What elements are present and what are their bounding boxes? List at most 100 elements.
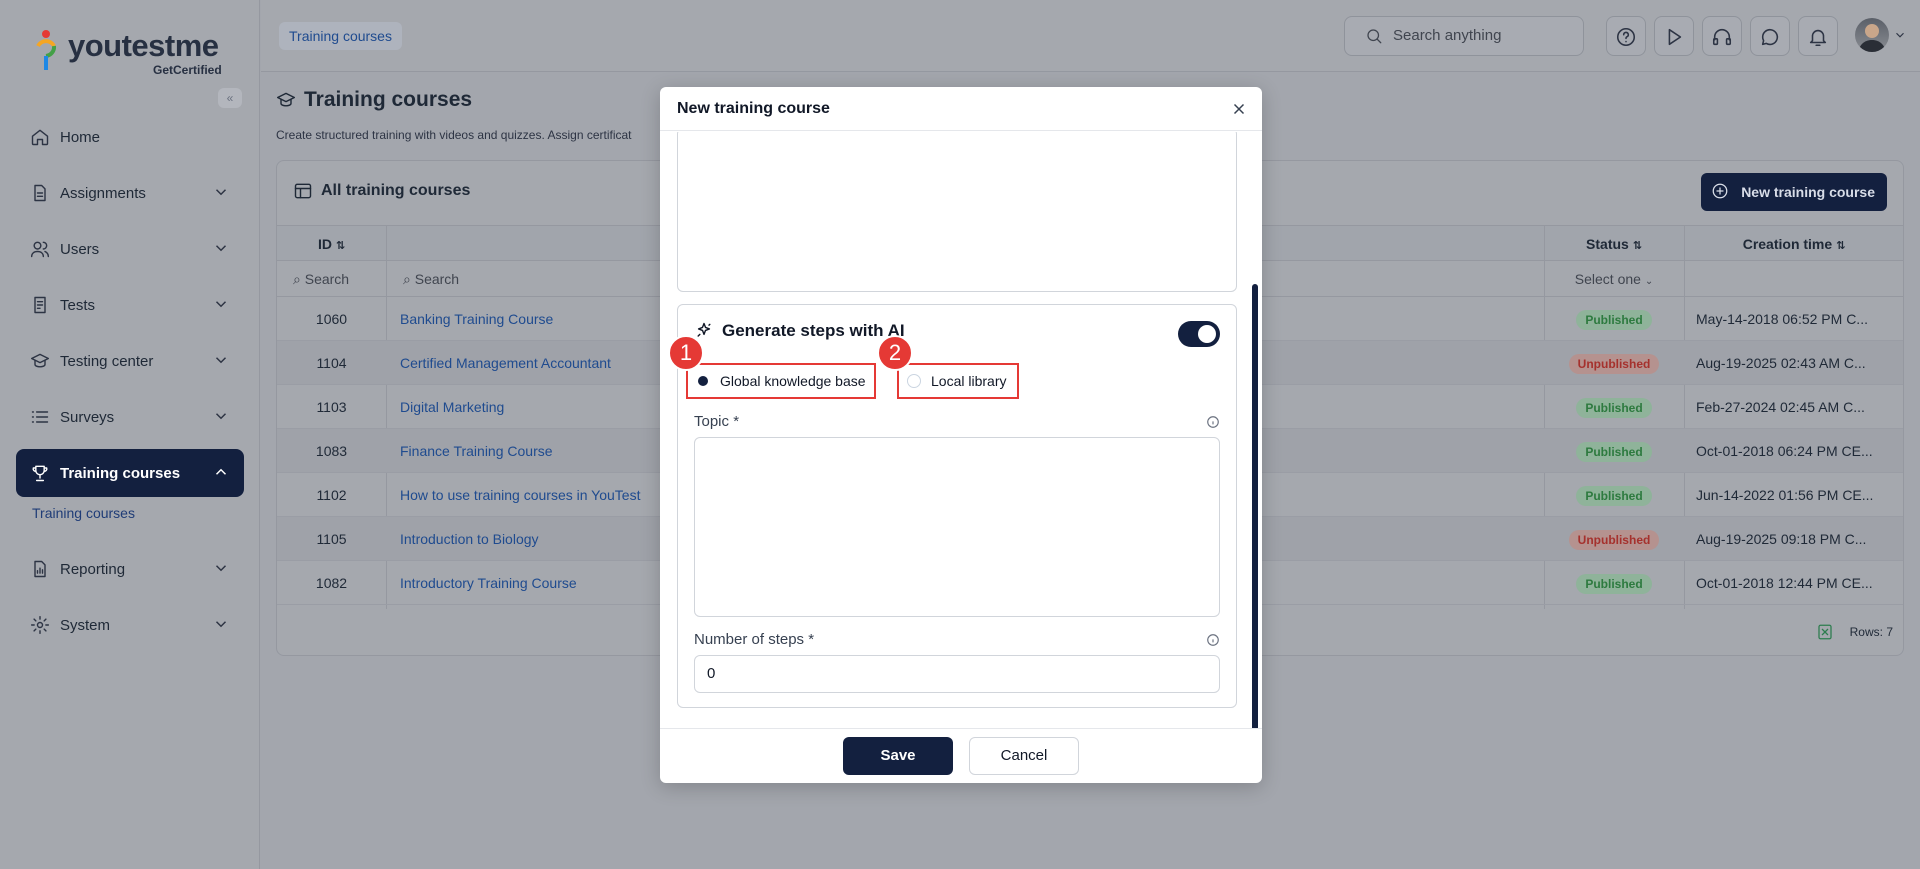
support-button[interactable] (1702, 16, 1742, 56)
id-filter-input[interactable]: ⌕ Search (293, 261, 383, 297)
play-icon (1668, 28, 1682, 46)
sidebar-item-testing-center[interactable]: Testing center (16, 337, 244, 385)
breadcrumb[interactable]: Training courses (279, 22, 402, 50)
cell-creation-time: Oct-01-2018 12:44 PM CE... (1696, 575, 1873, 591)
sidebar-item-label: Home (60, 128, 101, 146)
excel-export-icon[interactable] (1816, 623, 1834, 641)
steps-label: Number of steps * (694, 631, 814, 648)
sidebar-item-tests[interactable]: Tests (16, 281, 244, 329)
column-header-creation-time[interactable]: Creation time ⇅ (1684, 226, 1904, 262)
sidebar-item-label: System (60, 616, 111, 634)
sidebar-subitem-training-courses[interactable]: Training courses (16, 501, 244, 541)
column-header-status[interactable]: Status ⇅ (1544, 226, 1684, 262)
info-icon[interactable] (1206, 633, 1220, 647)
help-icon (1616, 27, 1636, 47)
status-filter-select[interactable]: Select one ⌄ (1544, 261, 1684, 297)
status-badge: Published (1576, 486, 1652, 506)
column-label: Creation time (1742, 236, 1833, 252)
column-header-id[interactable]: ID ⇅ (277, 226, 386, 262)
card-title-text: All training courses (321, 182, 471, 199)
radio-label: Global knowledge base (720, 373, 866, 389)
status-badge: Published (1576, 442, 1652, 462)
new-training-course-modal: New training course Generate steps with … (660, 87, 1262, 783)
document-icon (34, 184, 46, 202)
cell-id: 1083 (315, 443, 348, 459)
headphones-icon (1712, 28, 1732, 46)
sidebar-item-training-courses[interactable]: Training courses (16, 449, 244, 497)
sort-icon: ⇅ (1632, 240, 1642, 252)
filter-placeholder: Search (414, 271, 460, 287)
save-button[interactable]: Save (843, 737, 953, 775)
avatar[interactable] (1855, 18, 1889, 52)
sidebar-item-label: Training courses (60, 464, 181, 482)
sidebar: youtestme GetCertified « Home Assignment… (0, 0, 260, 869)
list-icon (31, 411, 49, 423)
page-title-text: Training courses (304, 88, 473, 111)
new-button-label: New training course (1741, 184, 1875, 200)
sidebar-item-label: Testing center (60, 352, 154, 370)
collapse-sidebar-button[interactable]: « (218, 88, 242, 108)
chat-button[interactable] (1750, 16, 1790, 56)
ai-title-text: Generate steps with AI (722, 321, 905, 340)
cell-id: 1060 (315, 311, 348, 327)
sidebar-item-system[interactable]: System (16, 601, 244, 649)
radio-global-knowledge-base[interactable]: Global knowledge base (686, 363, 876, 399)
modal-scrollbar[interactable] (1252, 284, 1258, 728)
close-icon[interactable] (1230, 100, 1248, 118)
sidebar-item-reporting[interactable]: Reporting (16, 545, 244, 593)
logo[interactable]: youtestme GetCertified (32, 24, 232, 77)
topic-textarea[interactable] (694, 437, 1220, 617)
search-icon: ⌕ (403, 271, 411, 287)
status-badge: Published (1576, 574, 1652, 594)
required-mark: * (808, 631, 815, 648)
report-icon (34, 560, 46, 578)
status-badge: Published (1576, 310, 1652, 330)
chevron-down-icon (215, 301, 227, 308)
ai-section-title: Generate steps with AI (694, 321, 905, 341)
new-training-course-button[interactable]: New training course (1701, 173, 1887, 211)
radio-label: Local library (931, 373, 1007, 389)
ai-toggle-switch[interactable] (1178, 321, 1220, 347)
info-icon[interactable] (1206, 415, 1220, 429)
cell-id: 1103 (316, 399, 347, 415)
name-filter-input[interactable]: ⌕ Search (403, 261, 603, 297)
modal-title: New training course (677, 100, 830, 117)
annotation-marker-2: 2 (877, 335, 913, 371)
chevron-down-icon (215, 357, 227, 364)
users-icon (30, 241, 50, 258)
sidebar-item-label: Tests (60, 296, 96, 314)
radio-selected-indicator (696, 374, 710, 388)
chevron-down-icon: ⌄ (1644, 276, 1654, 287)
sidebar-item-surveys[interactable]: Surveys (16, 393, 244, 441)
sidebar-item-assignments[interactable]: Assignments (16, 169, 244, 217)
test-icon (34, 296, 46, 314)
topic-label-text: Topic (694, 413, 730, 430)
filter-placeholder: Select one (1574, 271, 1641, 287)
table-footer: Rows: 7 (1816, 623, 1893, 641)
help-button[interactable] (1606, 16, 1646, 56)
description-editor[interactable] (677, 132, 1237, 292)
sidebar-item-users[interactable]: Users (16, 225, 244, 273)
rows-count: Rows: 7 (1849, 625, 1893, 639)
card-title: All training courses (293, 181, 470, 201)
chevron-down-icon[interactable] (1893, 28, 1907, 42)
radio-local-library[interactable]: Local library (897, 363, 1019, 399)
graduation-cap-icon (276, 92, 296, 107)
cell-status: Unpublished (1544, 341, 1684, 385)
global-search-input[interactable]: Search anything (1344, 16, 1584, 56)
sort-icon: ⇅ (1836, 240, 1846, 252)
notifications-button[interactable] (1798, 16, 1838, 56)
filter-placeholder: Search (304, 271, 350, 287)
cancel-button[interactable]: Cancel (969, 737, 1079, 775)
search-icon: ⌕ (293, 271, 301, 287)
number-of-steps-input[interactable]: 0 (694, 655, 1220, 693)
cell-status: Published (1544, 429, 1684, 473)
cell-creation-time: Aug-19-2025 09:18 PM C... (1696, 531, 1867, 547)
cell-id: 1102 (316, 487, 347, 503)
sidebar-item-home[interactable]: Home (16, 113, 244, 161)
trophy-icon (32, 465, 48, 482)
cell-creation-time: Feb-27-2024 02:45 AM C... (1696, 399, 1865, 415)
sidebar-item-label: Users (60, 240, 100, 258)
cell-id: 1082 (315, 575, 348, 591)
play-button[interactable] (1654, 16, 1694, 56)
